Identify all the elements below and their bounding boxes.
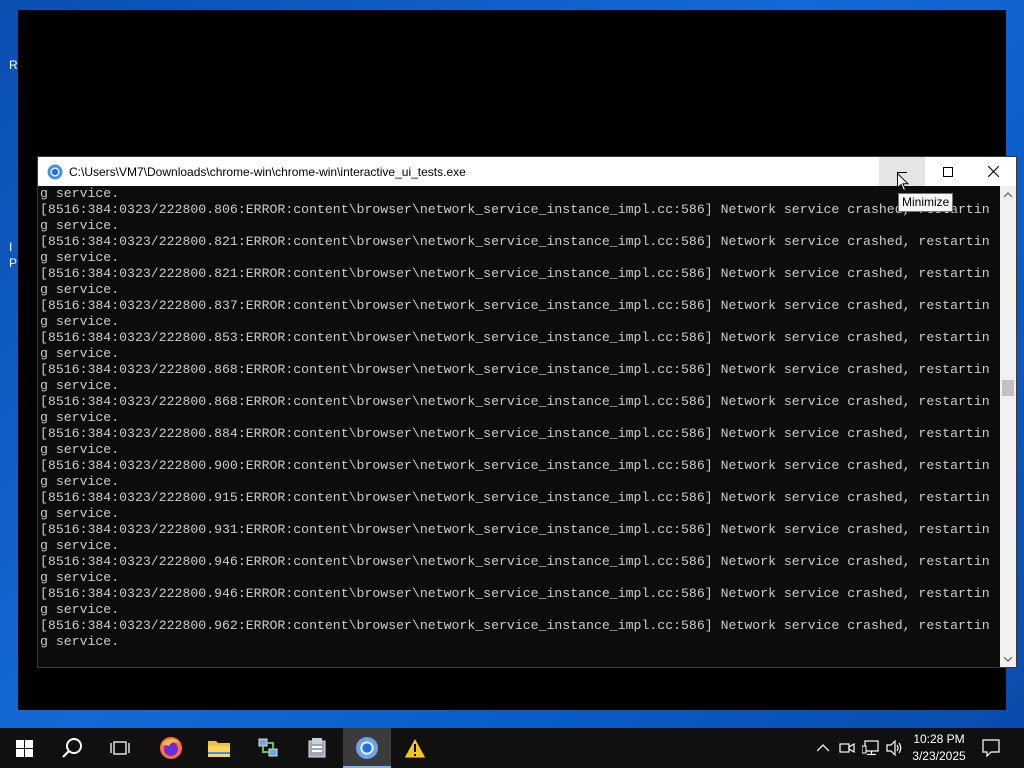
console-line: g service. <box>40 602 120 617</box>
console-line: g service. <box>40 346 120 361</box>
start-button[interactable] <box>0 728 48 768</box>
console-line: g service. <box>40 570 120 585</box>
volume-button[interactable] <box>884 728 906 768</box>
console-line: g service. <box>40 410 120 425</box>
warning-app-button[interactable] <box>391 728 439 768</box>
chromium-icon <box>47 164 63 180</box>
console-line: [8516:384:0323/222800.806:ERROR:content\… <box>40 202 990 217</box>
console-line: [8516:384:0323/222800.946:ERROR:content\… <box>40 586 990 601</box>
console-line: g service. <box>40 442 120 457</box>
search-button[interactable] <box>48 728 96 768</box>
speaker-icon <box>886 740 902 756</box>
console-line: g service. <box>40 314 120 329</box>
windows-logo-icon <box>15 739 33 757</box>
app-icon <box>308 738 326 758</box>
clock-date: 3/23/2025 <box>912 749 966 763</box>
chevron-up-icon <box>1004 191 1012 197</box>
console-line: g service. <box>40 474 120 489</box>
scroll-thumb[interactable] <box>1002 380 1014 396</box>
scroll-down-button[interactable] <box>1000 651 1016 667</box>
desktop-icon-label-fragment: I <box>9 240 13 254</box>
action-center-button[interactable] <box>978 728 1004 768</box>
console-line: [8516:384:0323/222800.837:ERROR:content\… <box>40 298 990 313</box>
console-line: [8516:384:0323/222800.853:ERROR:content\… <box>40 330 990 345</box>
chevron-up-icon <box>817 744 829 752</box>
warning-icon <box>403 737 427 759</box>
console-line: g service. <box>40 282 120 297</box>
minimize-tooltip: Minimize <box>898 193 954 212</box>
maximize-button[interactable] <box>925 157 971 186</box>
console-line: [8516:384:0323/222800.962:ERROR:content\… <box>40 618 990 633</box>
meet-now-button[interactable] <box>837 728 857 768</box>
console-line: [8516:384:0323/222800.931:ERROR:content\… <box>40 522 990 537</box>
console-line: [8516:384:0323/222800.821:ERROR:content\… <box>40 234 990 249</box>
taskbar: 10:28 PM 3/23/2025 <box>0 728 1024 768</box>
desktop-icon-label-fragment: P <box>9 256 18 270</box>
show-hidden-icons-button[interactable] <box>814 728 832 768</box>
console-line: [8516:384:0323/222800.900:ERROR:content\… <box>40 458 990 473</box>
network-status-button[interactable] <box>860 728 882 768</box>
console-line: [8516:384:0323/222800.915:ERROR:content\… <box>40 490 990 505</box>
notification-icon <box>982 739 1000 757</box>
network-icon <box>862 740 879 756</box>
close-button[interactable] <box>970 157 1016 186</box>
console-line: [8516:384:0323/222800.821:ERROR:content\… <box>40 266 990 281</box>
chevron-down-icon <box>1004 656 1012 662</box>
search-icon <box>62 738 82 758</box>
file-explorer-button[interactable] <box>195 728 243 768</box>
task-view-button[interactable] <box>96 728 144 768</box>
network-tool-button[interactable] <box>244 728 292 768</box>
console-line: g service. <box>40 250 120 265</box>
console-line: [8516:384:0323/222800.868:ERROR:content\… <box>40 362 990 377</box>
chromium-icon <box>356 737 378 759</box>
vertical-scrollbar[interactable] <box>1000 186 1016 667</box>
desktop-icon-label-fragment: R <box>9 58 18 72</box>
firefox-button[interactable] <box>147 728 195 768</box>
maximize-icon <box>943 166 953 177</box>
firefox-icon <box>160 737 182 759</box>
taskbar-clock[interactable]: 10:28 PM 3/23/2025 <box>907 731 971 765</box>
console-line: g service. <box>40 538 120 553</box>
console-line: [8516:384:0323/222800.946:ERROR:content\… <box>40 554 990 569</box>
camera-icon <box>839 742 855 754</box>
console-line: g service. <box>40 218 120 233</box>
close-icon <box>987 166 999 177</box>
task-view-icon <box>110 741 130 755</box>
folder-icon <box>208 741 230 757</box>
console-output[interactable]: g service. [8516:384:0323/222800.806:ERRO… <box>38 186 1001 666</box>
app-button[interactable] <box>293 728 341 768</box>
console-title: C:\Users\VM7\Downloads\chrome-win\chrome… <box>69 164 466 179</box>
network-app-icon <box>258 738 278 757</box>
console-line: g service. <box>40 506 120 521</box>
clock-time: 10:28 PM <box>913 732 965 746</box>
chromium-button[interactable] <box>343 728 391 768</box>
console-line: g service. <box>40 634 120 649</box>
console-line: g service. <box>40 378 120 393</box>
console-line: [8516:384:0323/222800.868:ERROR:content\… <box>40 394 990 409</box>
scroll-up-button[interactable] <box>1000 186 1016 202</box>
console-line: g service. <box>40 186 120 201</box>
console-line: [8516:384:0323/222800.884:ERROR:content\… <box>40 426 990 441</box>
console-title-bar[interactable]: C:\Users\VM7\Downloads\chrome-win\chrome… <box>38 157 1016 186</box>
console-window[interactable]: C:\Users\VM7\Downloads\chrome-win\chrome… <box>38 157 1016 667</box>
